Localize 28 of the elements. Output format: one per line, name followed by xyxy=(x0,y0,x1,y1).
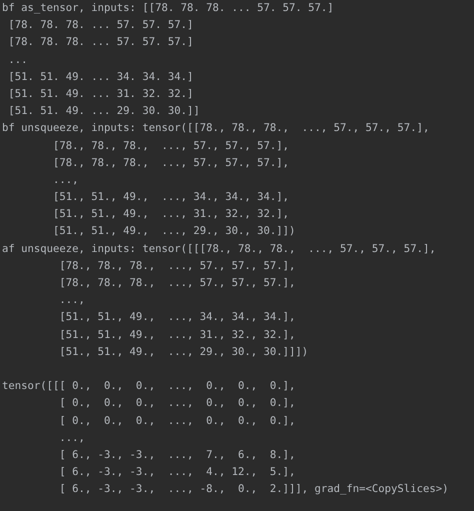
output-line: [51., 51., 49., ..., 34., 34., 34.], xyxy=(52,190,290,206)
output-line: [78., 78., 78., ..., 57., 57., 57.], xyxy=(52,156,290,171)
output-line: [51., 51., 49., ..., 31., 32., 32.], xyxy=(52,207,290,222)
output-line: af unsqueeze, inputs: tensor([[[78., 78., 78., ..., 57., 57., 57.], xyxy=(2,242,436,257)
output-line: [ 6., -3., -3., ..., 7., 6., 8.], xyxy=(58,448,296,463)
output-line: ..., xyxy=(52,172,79,188)
output-line: [ 6., -3., -3., ..., -8., 0., 2.]]], grad_fn=<CopySlices>) xyxy=(58,482,448,498)
output-line: [51., 51., 49., ..., 29., 30., 30.]]]) xyxy=(58,344,308,360)
output-line: [78. 78. 78. ... 57. 57. 57.] xyxy=(7,18,194,34)
output-line: ... xyxy=(7,52,28,68)
output-line: ..., xyxy=(58,430,85,446)
output-line: [51. 51. 49. ... 29. 30. 30.]] xyxy=(7,104,200,120)
output-line: [51., 51., 49., ..., 34., 34., 34.], xyxy=(58,310,296,326)
output-line: tensor([[[ 0., 0., 0., ..., 0., 0., 0.], xyxy=(2,379,296,394)
output-line: bf as_tensor, inputs: [[78. 78. 78. ... 57. 57. 57.] xyxy=(2,1,334,16)
output-line: [51. 51. 49. ... 34. 34. 34.] xyxy=(7,70,194,85)
output-line: [78. 78. 78. ... 57. 57. 57.] xyxy=(7,35,194,50)
output-line: ..., xyxy=(58,293,85,308)
output-line: [ 0., 0., 0., ..., 0., 0., 0.], xyxy=(58,396,296,412)
output-line: [78., 78., 78., ..., 57., 57., 57.], xyxy=(58,258,296,274)
output-line: [51., 51., 49., ..., 31., 32., 32.], xyxy=(58,328,296,343)
output-line: [ 6., -3., -3., ..., 4., 12., 5.], xyxy=(58,465,296,480)
output-line: [51. 51. 49. ... 31. 32. 32.] xyxy=(7,86,194,102)
output-line: [78., 78., 78., ..., 57., 57., 57.], xyxy=(52,138,290,154)
output-line: [78., 78., 78., ..., 57., 57., 57.], xyxy=(58,276,296,291)
output-line: bf unsqueeze, inputs: tensor([[78., 78., 78., ..., 57., 57., 57.], xyxy=(2,121,430,136)
output-line: [51., 51., 49., ..., 29., 30., 30.]]) xyxy=(52,224,296,240)
output-line: [ 0., 0., 0., ..., 0., 0., 0.], xyxy=(58,414,296,428)
